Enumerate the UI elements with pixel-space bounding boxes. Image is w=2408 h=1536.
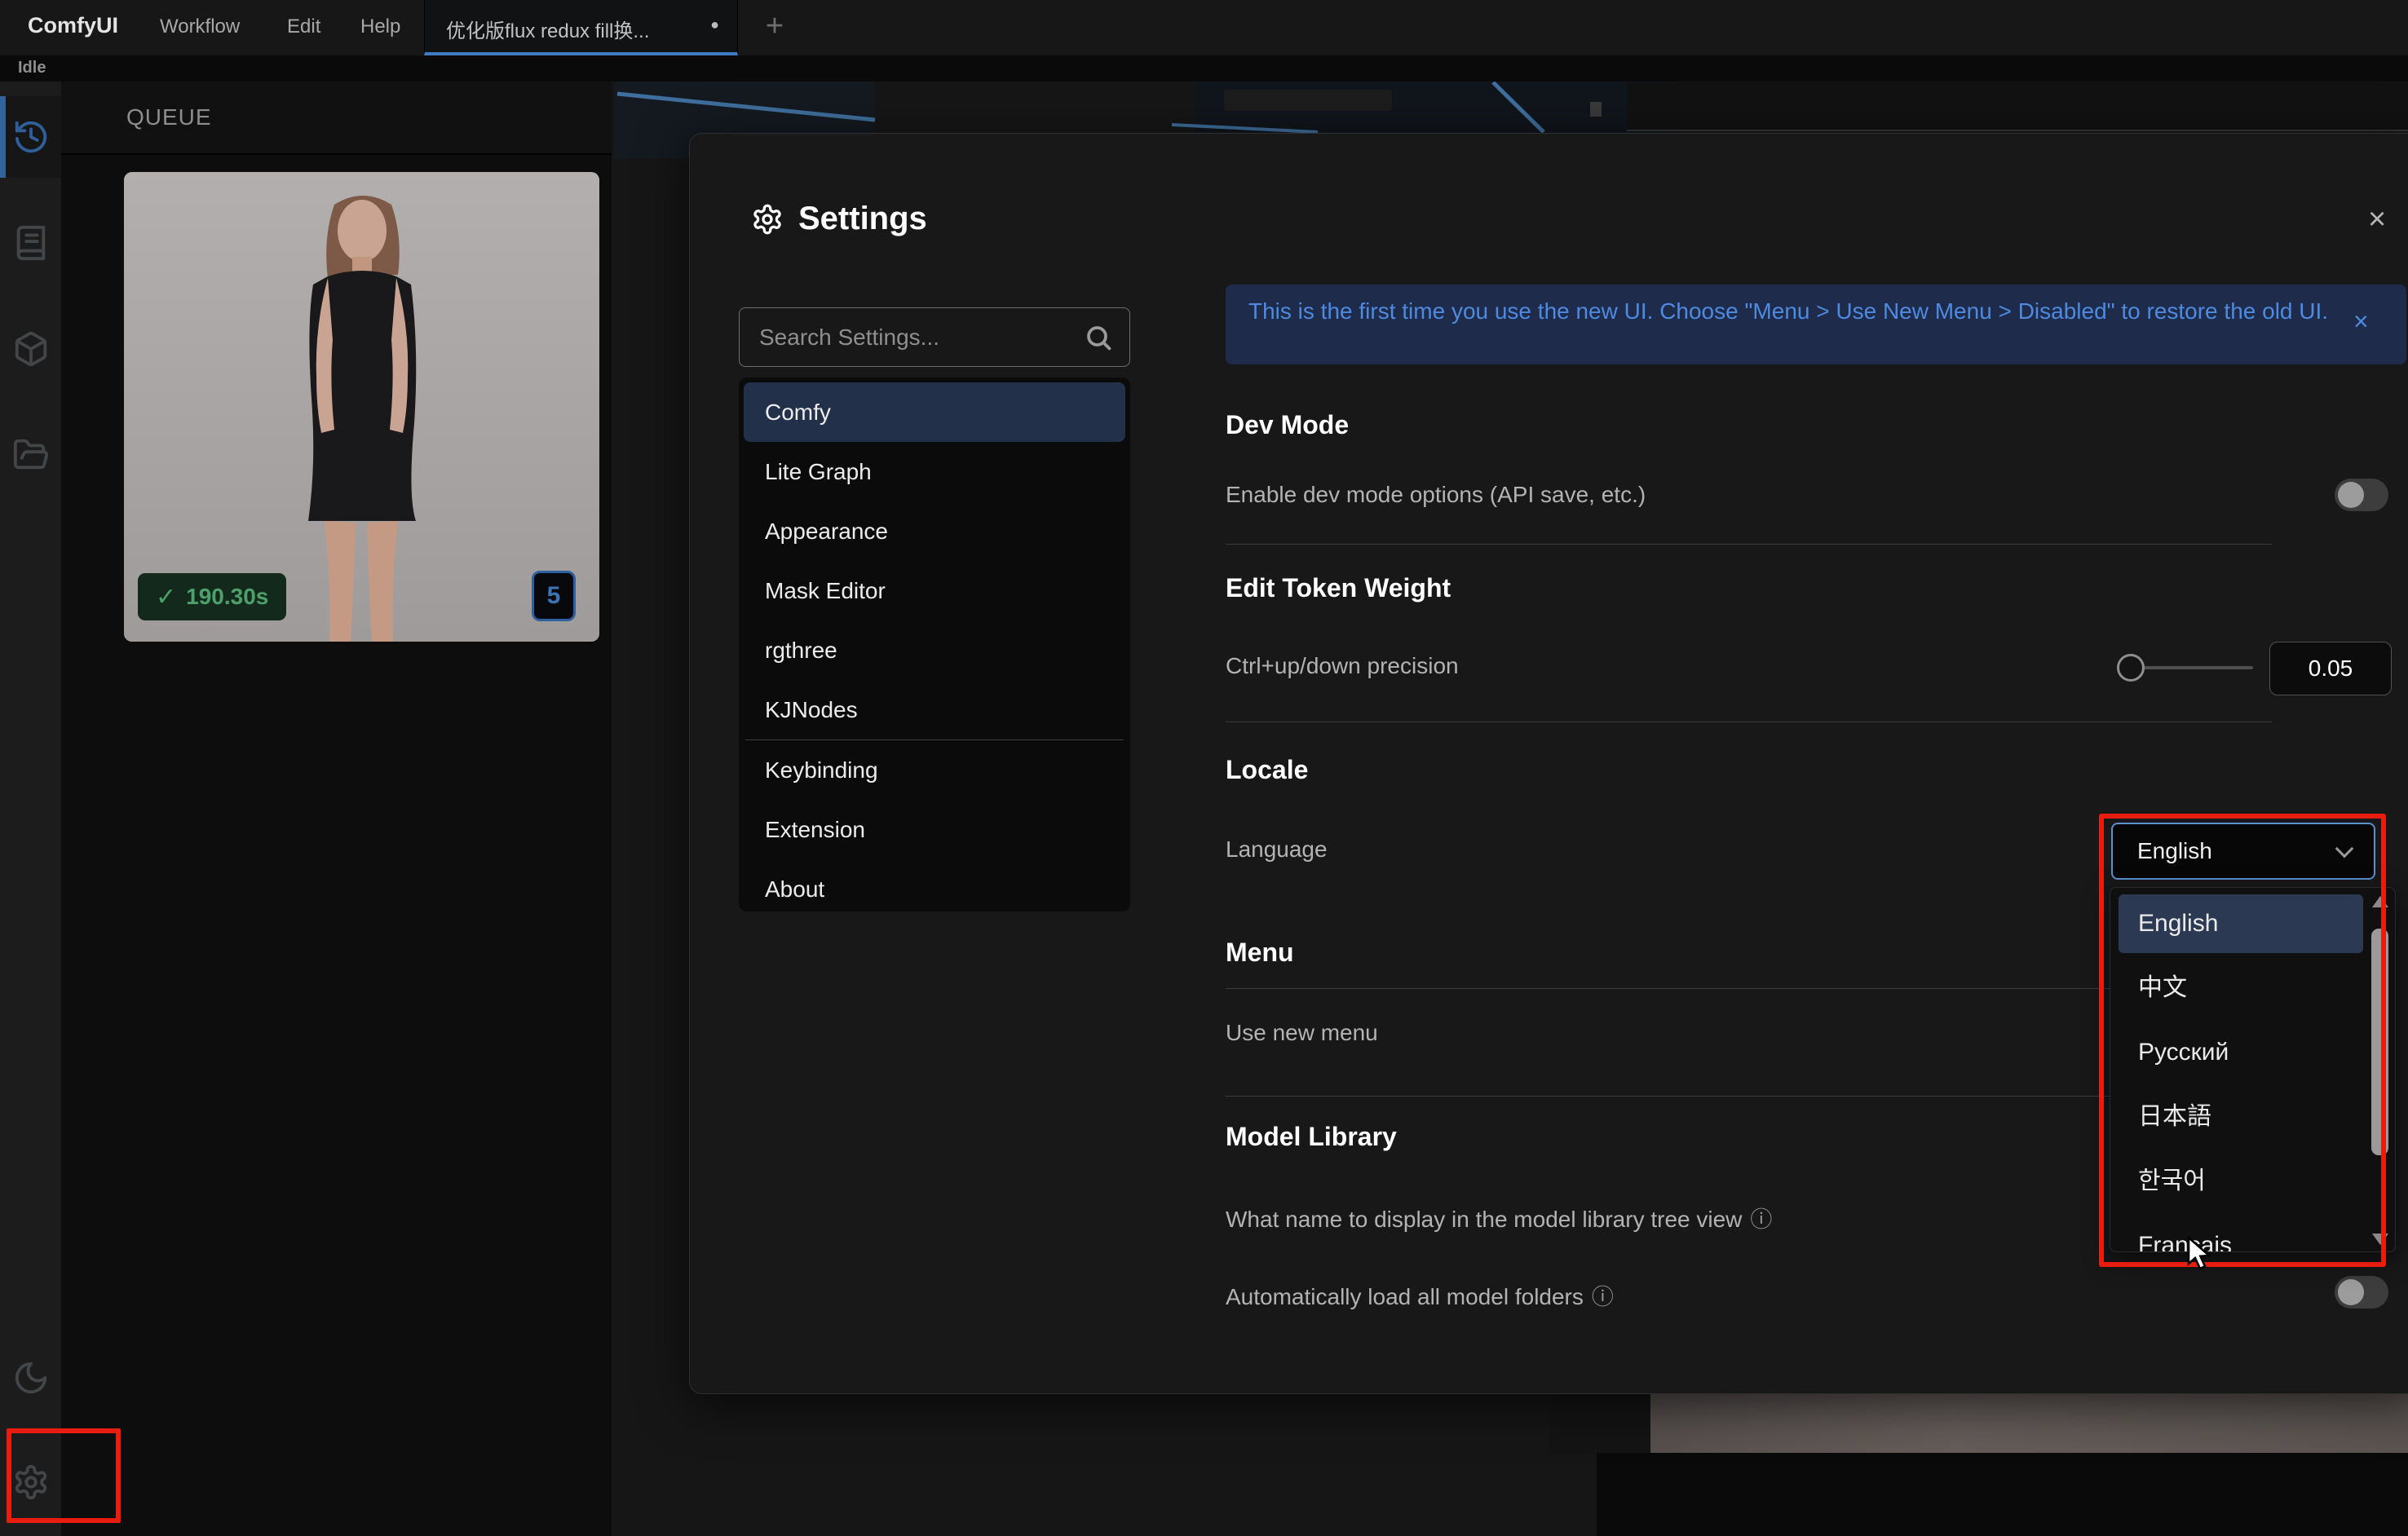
new-ui-banner: This is the first time you use the new U… [1226, 285, 2406, 364]
menu-help[interactable]: Help [360, 15, 400, 38]
toggle-knob [2338, 482, 2364, 508]
folder-open-icon [12, 436, 50, 474]
category-lite-graph[interactable]: Lite Graph [744, 442, 1125, 501]
sidebar [0, 82, 61, 1536]
app-logo: ComfyUI [28, 13, 118, 38]
dev-mode-label: Enable dev mode options (API save, etc.) [1226, 482, 1646, 508]
history-icon [12, 118, 50, 156]
menubar: ComfyUI Workflow Edit Help 优化版flux redux… [0, 0, 2408, 55]
batch-count-badge: 5 [532, 571, 576, 621]
gear-icon [751, 203, 784, 236]
graph-node-panel [1627, 82, 2408, 131]
precision-slider-track[interactable] [2131, 666, 2253, 669]
search-icon [1084, 323, 1113, 352]
banner-close-icon[interactable]: × [2353, 307, 2369, 337]
queue-result-thumbnail[interactable] [124, 172, 599, 642]
close-icon[interactable]: × [2368, 204, 2386, 235]
info-icon[interactable]: ⓘ [1592, 1285, 1614, 1309]
sidebar-item-model-library[interactable] [0, 308, 61, 390]
auto-load-folders-label: Automatically load all model foldersⓘ [1226, 1279, 1614, 1311]
new-workflow-button[interactable]: + [754, 8, 795, 47]
section-model-library: Model Library [1226, 1122, 1397, 1152]
highlight-box-language [2099, 814, 2386, 1267]
category-rgthree[interactable]: rgthree [744, 620, 1125, 680]
mouse-cursor [2185, 1236, 2218, 1272]
language-label: Language [1226, 836, 1328, 863]
cube-icon [12, 330, 50, 368]
precision-value-input[interactable]: 0.05 [2269, 642, 2392, 695]
queue-panel: QUEUE ✓ 190.30s [61, 82, 612, 1536]
auto-load-folders-toggle[interactable] [2335, 1276, 2388, 1309]
section-locale: Locale [1226, 755, 1308, 785]
status-label: Idle [18, 59, 46, 77]
settings-category-list: Comfy Lite Graph Appearance Mask Editor … [739, 377, 1130, 911]
toggle-knob [2338, 1279, 2364, 1305]
use-new-menu-label: Use new menu [1226, 1020, 1378, 1046]
precision-label: Ctrl+up/down precision [1226, 653, 1459, 679]
category-about[interactable]: About [744, 859, 1125, 919]
section-edit-token-weight: Edit Token Weight [1226, 573, 1451, 603]
moon-icon [12, 1359, 50, 1397]
category-appearance[interactable]: Appearance [744, 501, 1125, 561]
graph-node-area [1597, 1453, 2408, 1536]
section-menu: Menu [1226, 938, 1294, 968]
sidebar-item-queue[interactable] [0, 96, 61, 178]
sidebar-item-workflows[interactable] [0, 414, 61, 496]
queue-title: QUEUE [126, 104, 212, 130]
highlight-box-settings [7, 1428, 121, 1523]
section-divider [1226, 544, 2272, 545]
workflow-tab-title: 优化版flux redux fill换... [446, 15, 649, 43]
search-input[interactable] [740, 308, 1129, 366]
category-comfy[interactable]: Comfy [744, 382, 1125, 442]
execution-time: 190.30s [186, 584, 268, 610]
execution-time-badge: ✓ 190.30s [138, 573, 286, 620]
graph-node-widget [1590, 102, 1602, 117]
model-name-display-label: What name to display in the model librar… [1226, 1202, 1772, 1234]
generated-image [124, 172, 599, 642]
info-icon[interactable]: ⓘ [1750, 1207, 1772, 1232]
section-dev-mode: Dev Mode [1226, 410, 1349, 440]
graph-node-widget [1224, 90, 1392, 111]
status-bar: Idle [0, 55, 2408, 82]
graph-node-area [1549, 1393, 1650, 1454]
settings-modal-header: Settings [751, 201, 927, 237]
settings-search[interactable] [739, 307, 1130, 367]
category-mask-editor[interactable]: Mask Editor [744, 561, 1125, 620]
workflow-tab[interactable]: 优化版flux redux fill换... ● [424, 0, 738, 55]
category-extension[interactable]: Extension [744, 800, 1125, 859]
check-icon: ✓ [156, 583, 176, 611]
book-icon [12, 224, 50, 262]
sidebar-item-theme-toggle[interactable] [0, 1337, 61, 1419]
menu-workflow[interactable]: Workflow [160, 15, 240, 38]
sidebar-item-node-library[interactable] [0, 202, 61, 284]
precision-slider-handle[interactable] [2117, 654, 2145, 682]
comfyui-app: ComfyUI Workflow Edit Help 优化版flux redux… [0, 0, 2408, 1536]
banner-message: This is the first time you use the new U… [1248, 295, 2333, 327]
category-kjnodes[interactable]: KJNodes [744, 680, 1125, 739]
menu-edit[interactable]: Edit [287, 15, 320, 38]
graph-image-preview [1650, 1393, 2408, 1454]
category-keybinding[interactable]: Keybinding [744, 740, 1125, 800]
unsaved-indicator-icon: ● [710, 16, 719, 33]
dev-mode-toggle[interactable] [2335, 479, 2388, 511]
settings-title: Settings [798, 201, 927, 237]
queue-header: QUEUE [61, 82, 612, 155]
